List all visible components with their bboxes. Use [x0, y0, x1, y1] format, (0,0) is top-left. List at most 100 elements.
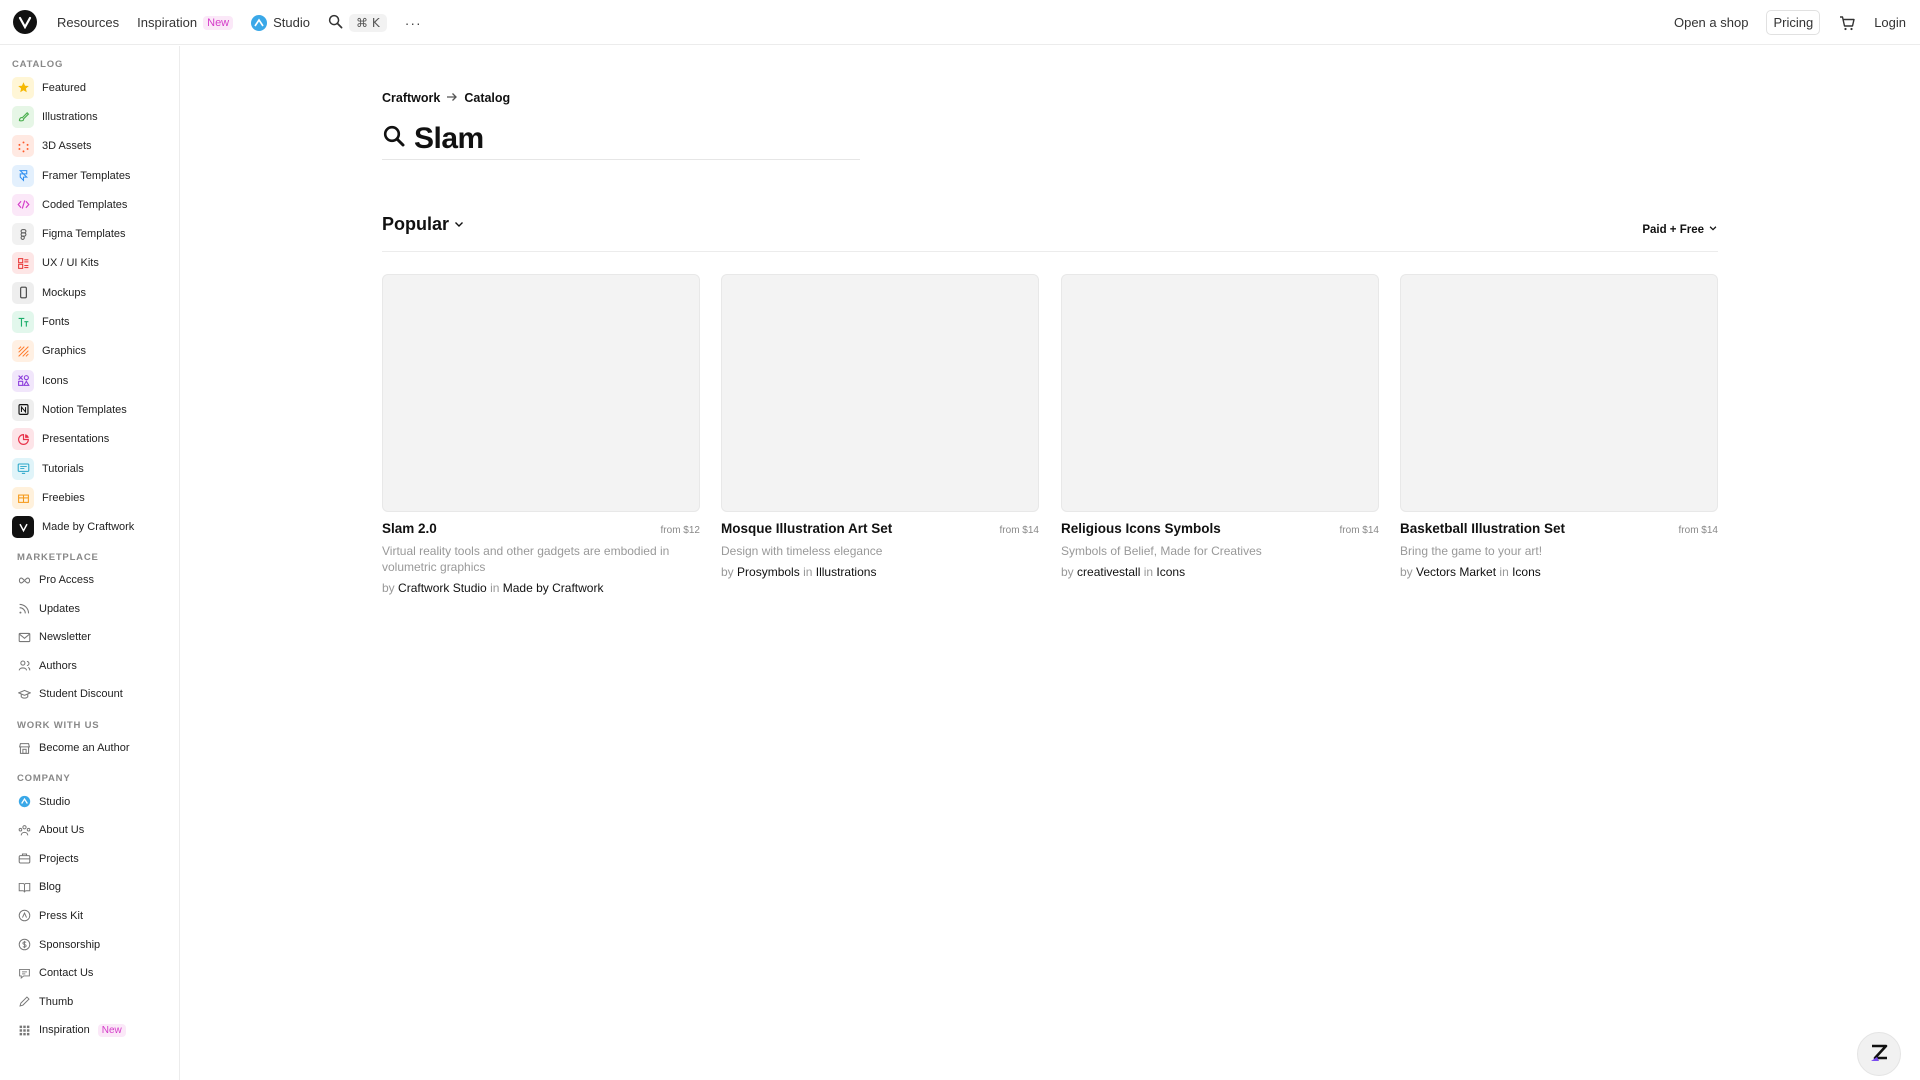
sidebar-item-notion-templates[interactable]: Notion Templates: [12, 395, 179, 424]
author-link[interactable]: Vectors Market: [1416, 565, 1496, 579]
nav-inspiration[interactable]: Inspiration New: [137, 15, 234, 30]
sidebar-item-projects[interactable]: Projects: [12, 845, 179, 874]
company-list: Studio About Us Projects Blog Press Kit Spons…: [12, 787, 179, 1044]
breadcrumb-current[interactable]: Catalog: [464, 91, 510, 105]
sidebar-item-framer-templates[interactable]: Framer Templates: [12, 161, 179, 190]
in-text: in: [490, 581, 500, 595]
results-header: Popular Paid + Free: [382, 214, 1718, 252]
sidebar-item-label: Made by Craftwork: [42, 521, 135, 534]
by-text: by: [382, 581, 395, 595]
sidebar-item-authors[interactable]: Authors: [12, 652, 179, 681]
product-title[interactable]: Mosque Illustration Art Set: [721, 521, 892, 536]
product-title[interactable]: Basketball Illustration Set: [1400, 521, 1565, 536]
product-thumbnail[interactable]: [382, 274, 700, 512]
sidebar-item-press-kit[interactable]: Press Kit: [12, 902, 179, 931]
product-thumbnail[interactable]: [1061, 274, 1379, 512]
author-link[interactable]: Craftwork Studio: [398, 581, 487, 595]
product-thumbnail[interactable]: [721, 274, 1039, 512]
sidebar: CATALOG Featured Illustrations 3D Assets Fr…: [0, 46, 180, 1080]
code-icon: [12, 193, 34, 216]
sidebar-item-newsletter[interactable]: Newsletter: [12, 623, 179, 652]
more-menu-icon[interactable]: ···: [405, 15, 422, 31]
sidebar-item-sponsorship[interactable]: Sponsorship: [12, 930, 179, 959]
product-card[interactable]: Religious Icons Symbols from $14 Symbols…: [1061, 274, 1379, 579]
sidebar-item-graphics[interactable]: Graphics: [12, 337, 179, 366]
search-icon: [328, 14, 343, 32]
sidebar-item-label: Inspiration: [39, 1024, 90, 1037]
sidebar-item-contact-us[interactable]: Contact Us: [12, 959, 179, 988]
by-text: by: [721, 565, 734, 579]
search-query[interactable]: Slam: [414, 122, 484, 156]
sidebar-item-presentations[interactable]: Presentations: [12, 425, 179, 454]
sidebar-item-tutorials[interactable]: Tutorials: [12, 454, 179, 483]
sidebar-item-mockups[interactable]: Mockups: [12, 278, 179, 307]
gift-icon: [12, 486, 34, 509]
author-link[interactable]: Prosymbols: [737, 565, 800, 579]
category-link[interactable]: Illustrations: [816, 565, 877, 579]
sidebar-item-featured[interactable]: Featured: [12, 73, 179, 102]
sidebar-item-label: UX / UI Kits: [42, 257, 99, 270]
craftwork-icon: [12, 516, 34, 539]
sidebar-item-label: Thumb: [39, 995, 74, 1008]
sidebar-item-become-an-author[interactable]: Become an Author: [12, 734, 179, 763]
product-title[interactable]: Religious Icons Symbols: [1061, 521, 1221, 536]
product-title[interactable]: Slam 2.0: [382, 521, 437, 536]
product-thumbnail[interactable]: [1400, 274, 1718, 512]
category-link[interactable]: Icons: [1512, 565, 1541, 579]
notion-icon: [12, 398, 34, 421]
sidebar-item-label: Blog: [39, 881, 62, 894]
category-link[interactable]: Made by Craftwork: [503, 581, 604, 595]
sidebar-item-icons[interactable]: Icons: [12, 366, 179, 395]
sidebar-item-freebies[interactable]: Freebies: [12, 483, 179, 512]
sidebar-item-ux-ui-kits[interactable]: UX / UI Kits: [12, 249, 179, 278]
shapes-icon: [12, 369, 34, 392]
sidebar-item-updates[interactable]: Updates: [12, 594, 179, 623]
sidebar-item-3d-assets[interactable]: 3D Assets: [12, 132, 179, 161]
product-card[interactable]: Mosque Illustration Art Set from $14 Des…: [721, 274, 1039, 579]
open-shop-link[interactable]: Open a shop: [1674, 15, 1748, 30]
product-card[interactable]: Slam 2.0 from $12 Virtual reality tools …: [382, 274, 700, 595]
sidebar-item-pro-access[interactable]: Pro Access: [12, 566, 179, 595]
login-link[interactable]: Login: [1874, 15, 1906, 30]
work-section-title: WORK WITH US: [17, 719, 100, 731]
craftwork-logo-icon[interactable]: [13, 10, 37, 34]
category-link[interactable]: Icons: [1156, 565, 1185, 579]
breadcrumb-root[interactable]: Craftwork: [382, 91, 440, 105]
sort-dropdown[interactable]: Popular: [382, 214, 465, 235]
work-list: Become an Author: [12, 734, 179, 763]
search-trigger[interactable]: ⌘ K: [328, 13, 387, 32]
sidebar-item-fonts[interactable]: Fonts: [12, 307, 179, 336]
sidebar-item-about-us[interactable]: About Us: [12, 816, 179, 845]
support-chat-button[interactable]: [1857, 1032, 1901, 1076]
product-card[interactable]: Basketball Illustration Set from $14 Bri…: [1400, 274, 1718, 579]
cart-icon[interactable]: [1838, 14, 1856, 32]
sidebar-item-student-discount[interactable]: Student Discount: [12, 680, 179, 709]
sidebar-item-label: Tutorials: [42, 462, 84, 475]
sidebar-item-coded-templates[interactable]: Coded Templates: [12, 190, 179, 219]
sidebar-item-inspiration[interactable]: Inspiration New: [12, 1016, 179, 1045]
dollar-icon: [17, 938, 31, 952]
sidebar-item-blog[interactable]: Blog: [12, 873, 179, 902]
sidebar-item-studio[interactable]: Studio: [12, 787, 179, 816]
by-text: by: [1400, 565, 1413, 579]
nav-inspiration-label: Inspiration: [137, 15, 198, 30]
sidebar-item-made-by-craftwork[interactable]: Made by Craftwork: [12, 512, 179, 541]
nav-studio[interactable]: Studio: [251, 14, 310, 31]
product-byline: by creativestall in Icons: [1061, 565, 1379, 579]
search-icon: [382, 124, 406, 153]
sidebar-item-figma-templates[interactable]: Figma Templates: [12, 219, 179, 248]
nav-resources[interactable]: Resources: [57, 15, 119, 30]
sidebar-item-thumb[interactable]: Thumb: [12, 987, 179, 1016]
studio-icon: [17, 795, 31, 809]
pricing-button[interactable]: Pricing: [1766, 10, 1821, 35]
press-icon: [17, 909, 31, 923]
nav-resources-label: Resources: [57, 15, 120, 30]
author-link[interactable]: creativestall: [1077, 565, 1140, 579]
price-filter-dropdown[interactable]: Paid + Free: [1642, 223, 1718, 236]
search-bar[interactable]: Slam: [382, 118, 860, 160]
marketplace-list: Pro Access Updates Newsletter Authors Studen…: [12, 566, 179, 709]
sort-label: Popular: [382, 214, 450, 234]
sidebar-item-label: Press Kit: [39, 909, 84, 922]
chevron-down-icon: [453, 214, 465, 235]
sidebar-item-illustrations[interactable]: Illustrations: [12, 102, 179, 131]
